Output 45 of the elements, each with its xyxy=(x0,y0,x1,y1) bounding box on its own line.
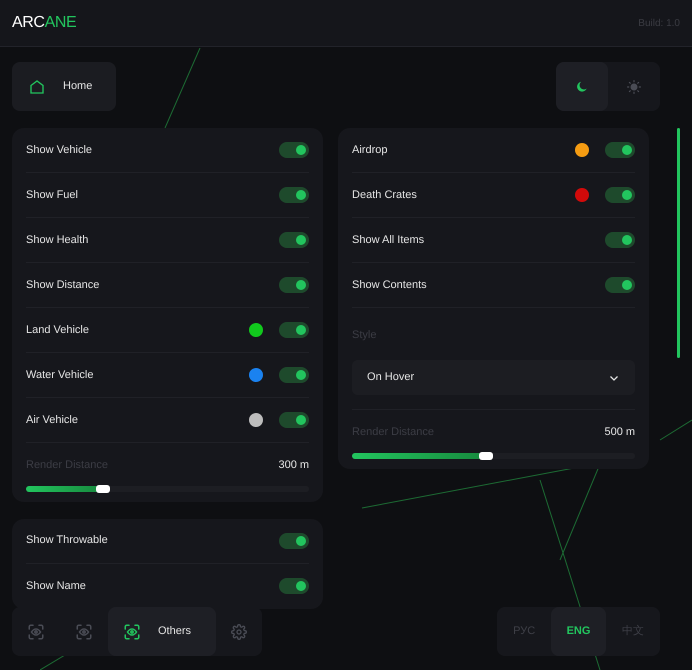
setting-label: Show Contents xyxy=(352,278,428,293)
toggle-switch[interactable] xyxy=(605,187,636,203)
setting-label: Show Vehicle xyxy=(26,142,94,158)
style-dropdown[interactable]: On Hover xyxy=(352,360,636,395)
home-button[interactable]: Home xyxy=(12,62,116,111)
toggle-switch[interactable] xyxy=(605,142,636,158)
eye-scan-icon xyxy=(27,622,45,640)
setting-label: Airdrop xyxy=(352,142,388,158)
eye-scan-icon xyxy=(75,622,93,640)
setting-label: Air Vehicle xyxy=(26,412,79,428)
setting-label: Land Vehicle xyxy=(26,322,90,338)
sun-icon xyxy=(627,80,641,94)
setting-label: Show All Items xyxy=(352,232,426,248)
slider-thumb[interactable] xyxy=(96,484,110,492)
setting-label: Show Health xyxy=(26,232,90,248)
toggle-switch[interactable] xyxy=(605,232,636,248)
toggle-switch[interactable] xyxy=(279,322,310,338)
language-tab[interactable]: ENG xyxy=(551,607,606,656)
settings-icon xyxy=(231,624,248,640)
slider-track[interactable] xyxy=(26,486,310,492)
slider-reading: 300 m xyxy=(278,458,310,473)
toggle-switch[interactable] xyxy=(279,232,310,248)
toggle-switch[interactable] xyxy=(605,277,636,293)
setting-label: Death Crates xyxy=(352,188,418,203)
setting-label: Show Fuel xyxy=(26,188,79,203)
setting-label: Show Throwable xyxy=(26,533,109,548)
app-logo: ARCANE xyxy=(12,13,76,33)
scrollbar[interactable] xyxy=(677,128,680,358)
toggle-switch[interactable] xyxy=(279,532,310,548)
setting-label: Water Vehicle xyxy=(26,368,94,383)
moon-icon xyxy=(575,80,589,94)
toggle-switch[interactable] xyxy=(279,412,310,428)
home-icon xyxy=(28,78,46,96)
slider-thumb[interactable] xyxy=(479,452,494,460)
toggle-switch[interactable] xyxy=(279,367,310,383)
view-tab[interactable]: Others xyxy=(108,607,216,656)
setting-label: Show Distance xyxy=(26,278,100,293)
toggle-switch[interactable] xyxy=(279,142,310,158)
slider-track[interactable] xyxy=(352,452,636,458)
setting-label: Show Name xyxy=(26,578,87,594)
toggle-switch[interactable] xyxy=(279,187,310,203)
slider-reading: 500 m xyxy=(604,425,636,440)
eye-scan-icon xyxy=(123,622,141,640)
toggle-switch[interactable] xyxy=(279,578,310,594)
toggle-switch[interactable] xyxy=(279,277,310,293)
